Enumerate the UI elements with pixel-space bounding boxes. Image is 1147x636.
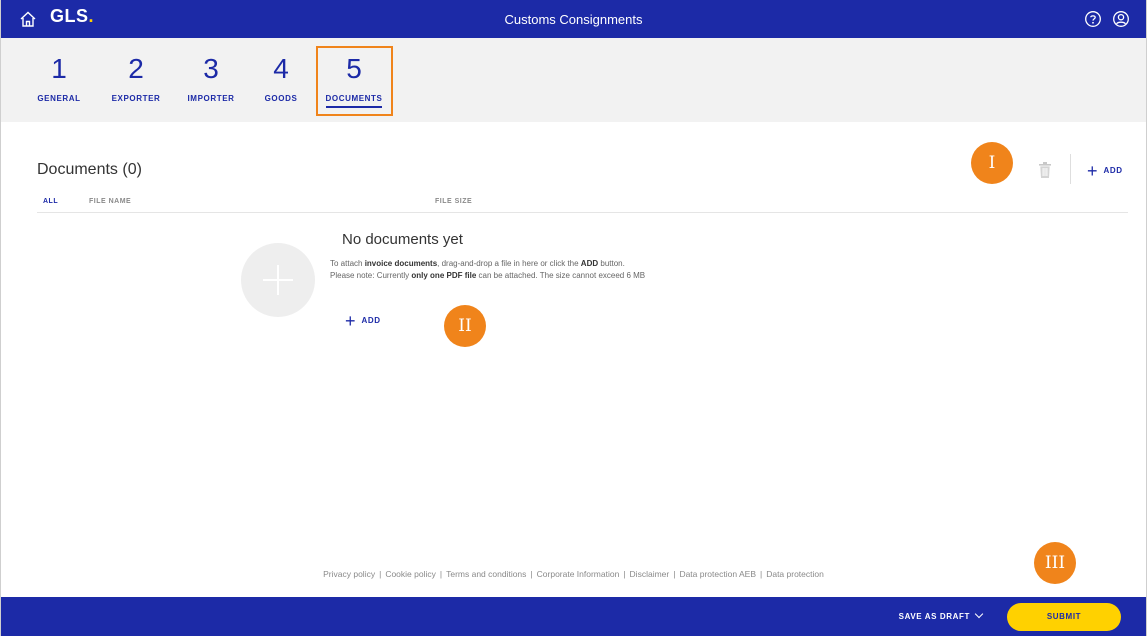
save-as-draft-button[interactable]: SAVE AS DRAFT — [898, 609, 984, 621]
toolbar-divider — [1070, 154, 1071, 184]
documents-title: Documents (0) — [37, 161, 142, 178]
text-fragment: button. — [598, 259, 625, 268]
app-title: Customs Consignments — [504, 12, 643, 27]
gls-logo[interactable]: GLS. — [50, 6, 94, 27]
app-frame: GLS. Customs Consignments 1 GENERAL 2 EX… — [0, 0, 1147, 636]
plus-icon: + — [345, 310, 356, 331]
step-number: 2 — [128, 53, 144, 84]
empty-state-note: Please note: Currently only one PDF file… — [330, 271, 645, 280]
empty-state-instructions: To attach invoice documents, drag-and-dr… — [330, 259, 625, 268]
footer-link-terms[interactable]: Terms and conditions — [444, 569, 528, 579]
text-fragment: can be attached. The size cannot exceed … — [476, 271, 646, 280]
select-all-column[interactable]: ALL — [43, 198, 58, 205]
empty-state-title: No documents yet — [342, 231, 463, 248]
step-label: GOODS — [264, 94, 298, 103]
separator: | — [623, 569, 626, 579]
text-fragment: To attach — [330, 259, 365, 268]
footer-link-data-protection[interactable]: Data protection — [764, 569, 826, 579]
submit-button[interactable]: SUBMIT — [1007, 603, 1121, 631]
table-header-divider — [37, 212, 1128, 213]
chevron-down-icon — [974, 609, 984, 619]
top-bar: GLS. Customs Consignments — [1, 0, 1146, 38]
text-bold: only one PDF file — [411, 271, 477, 280]
step-number: 1 — [51, 53, 67, 84]
step-label: IMPORTER — [187, 94, 235, 103]
plus-icon: + — [1087, 160, 1098, 181]
file-name-column[interactable]: FILE NAME — [89, 198, 131, 205]
separator: | — [530, 569, 533, 579]
footer-link-cookie[interactable]: Cookie policy — [383, 569, 438, 579]
logo-text: GLS — [50, 6, 89, 26]
step-label: EXPORTER — [111, 94, 161, 103]
add-document-button[interactable]: + ADD — [1087, 162, 1123, 180]
logo-dot: . — [88, 6, 95, 26]
step-number: 4 — [273, 53, 289, 84]
text-bold: invoice documents — [364, 259, 438, 268]
add-button-label: ADD — [1103, 166, 1123, 176]
plus-icon-v — [277, 265, 279, 295]
footer-links: Privacy policy | Cookie policy | Terms and c… — [1, 569, 1146, 579]
marker-3: III — [1034, 542, 1076, 584]
marker-1: I — [971, 142, 1013, 184]
footer-link-data-protection-aeb[interactable]: Data protection AEB — [677, 569, 758, 579]
drop-zone-add-icon[interactable] — [241, 243, 315, 317]
active-step-highlight — [316, 46, 393, 116]
step-navigation: 1 GENERAL 2 EXPORTER 3 IMPORTER 4 GOODS … — [1, 38, 1146, 122]
text-fragment: , drag-and-drop a file in here or click … — [437, 259, 581, 268]
step-importer[interactable]: 3 IMPORTER — [183, 38, 239, 122]
step-number: 3 — [203, 53, 219, 84]
file-size-column[interactable]: FILE SIZE — [435, 198, 472, 205]
step-label: GENERAL — [37, 94, 81, 103]
home-icon[interactable] — [19, 10, 37, 28]
marker-2: II — [444, 305, 486, 347]
text-bold: ADD — [580, 259, 599, 268]
bottom-action-bar: SAVE AS DRAFT SUBMIT — [1, 597, 1146, 636]
add-button-label: ADD — [361, 316, 381, 326]
add-document-inline-button[interactable]: + ADD — [345, 312, 381, 330]
help-icon[interactable] — [1084, 10, 1102, 28]
step-exporter[interactable]: 2 EXPORTER — [104, 38, 168, 122]
user-icon[interactable] — [1112, 10, 1130, 28]
trash-icon[interactable] — [1038, 161, 1052, 179]
text-fragment: Please note: Currently — [330, 271, 412, 280]
footer-link-disclaimer[interactable]: Disclaimer — [628, 569, 672, 579]
footer-link-corporate[interactable]: Corporate Information — [535, 569, 622, 579]
save-draft-label: SAVE AS DRAFT — [898, 612, 970, 621]
footer-link-privacy[interactable]: Privacy policy — [321, 569, 377, 579]
step-goods[interactable]: 4 GOODS — [257, 38, 305, 122]
step-general[interactable]: 1 GENERAL — [31, 38, 87, 122]
